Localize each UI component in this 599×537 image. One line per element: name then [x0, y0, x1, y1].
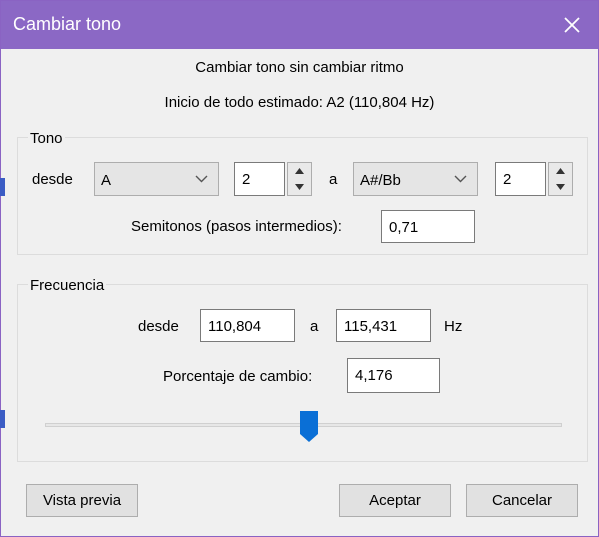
preview-button[interactable]: Vista previa	[26, 484, 138, 517]
freq-from-value: 110,804	[208, 318, 262, 335]
tono-from-label: desde	[32, 171, 73, 188]
semitones-label: Semitonos (pasos intermedios):	[131, 218, 342, 235]
to-note-dropdown[interactable]: A#/Bb	[353, 162, 478, 196]
close-button[interactable]	[552, 7, 592, 43]
to-note-value: A#/Bb	[360, 172, 401, 189]
semitones-input[interactable]: 0,71	[381, 210, 475, 243]
to-octave-input[interactable]: 2	[495, 162, 546, 196]
slider-thumb-icon	[300, 411, 318, 442]
arrow-up-icon	[556, 168, 565, 174]
dialog-subtitle: Cambiar tono sin cambiar ritmo	[195, 59, 404, 76]
spin-up-button[interactable]	[549, 163, 572, 179]
spin-down-button[interactable]	[288, 179, 311, 195]
from-note-dropdown[interactable]: A	[94, 162, 219, 196]
freq-from-input[interactable]: 110,804	[200, 309, 295, 342]
close-icon	[564, 17, 580, 33]
freq-to-label: a	[310, 318, 319, 335]
tono-to-label: a	[329, 171, 338, 188]
percent-change-value: 4,176	[355, 367, 393, 384]
estimated-start-text: Inicio de todo estimado: A2 (110,804 Hz)	[164, 94, 435, 111]
semitones-value: 0,71	[389, 219, 419, 236]
freq-to-input[interactable]: 115,431	[336, 309, 431, 342]
frecuencia-group-label: Frecuencia	[28, 277, 107, 294]
freq-from-label: desde	[138, 318, 179, 335]
chevron-down-icon	[195, 175, 208, 183]
spin-up-button[interactable]	[288, 163, 311, 179]
cancel-button[interactable]: Cancelar	[466, 484, 578, 517]
from-note-value: A	[101, 172, 112, 189]
to-octave-value: 2	[503, 171, 512, 188]
spin-down-button[interactable]	[549, 179, 572, 195]
from-octave-value: 2	[242, 171, 251, 188]
from-octave-stepper[interactable]	[287, 162, 312, 196]
frequency-slider-thumb[interactable]	[300, 411, 318, 443]
percent-change-label: Porcentaje de cambio:	[163, 368, 313, 385]
percent-change-input[interactable]: 4,176	[347, 358, 440, 393]
chevron-down-icon	[454, 175, 467, 183]
arrow-down-icon	[556, 184, 565, 190]
freq-unit-label: Hz	[444, 318, 463, 335]
arrow-up-icon	[295, 168, 304, 174]
left-edge-artifact	[0, 410, 5, 428]
to-octave-stepper[interactable]	[548, 162, 573, 196]
freq-to-value: 115,431	[344, 318, 398, 335]
arrow-down-icon	[295, 184, 304, 190]
accept-button[interactable]: Aceptar	[339, 484, 451, 517]
tono-group	[17, 137, 588, 255]
left-edge-artifact	[0, 178, 5, 196]
from-octave-input[interactable]: 2	[234, 162, 285, 196]
window-title: Cambiar tono	[13, 14, 122, 34]
tono-group-label: Tono	[28, 130, 65, 147]
